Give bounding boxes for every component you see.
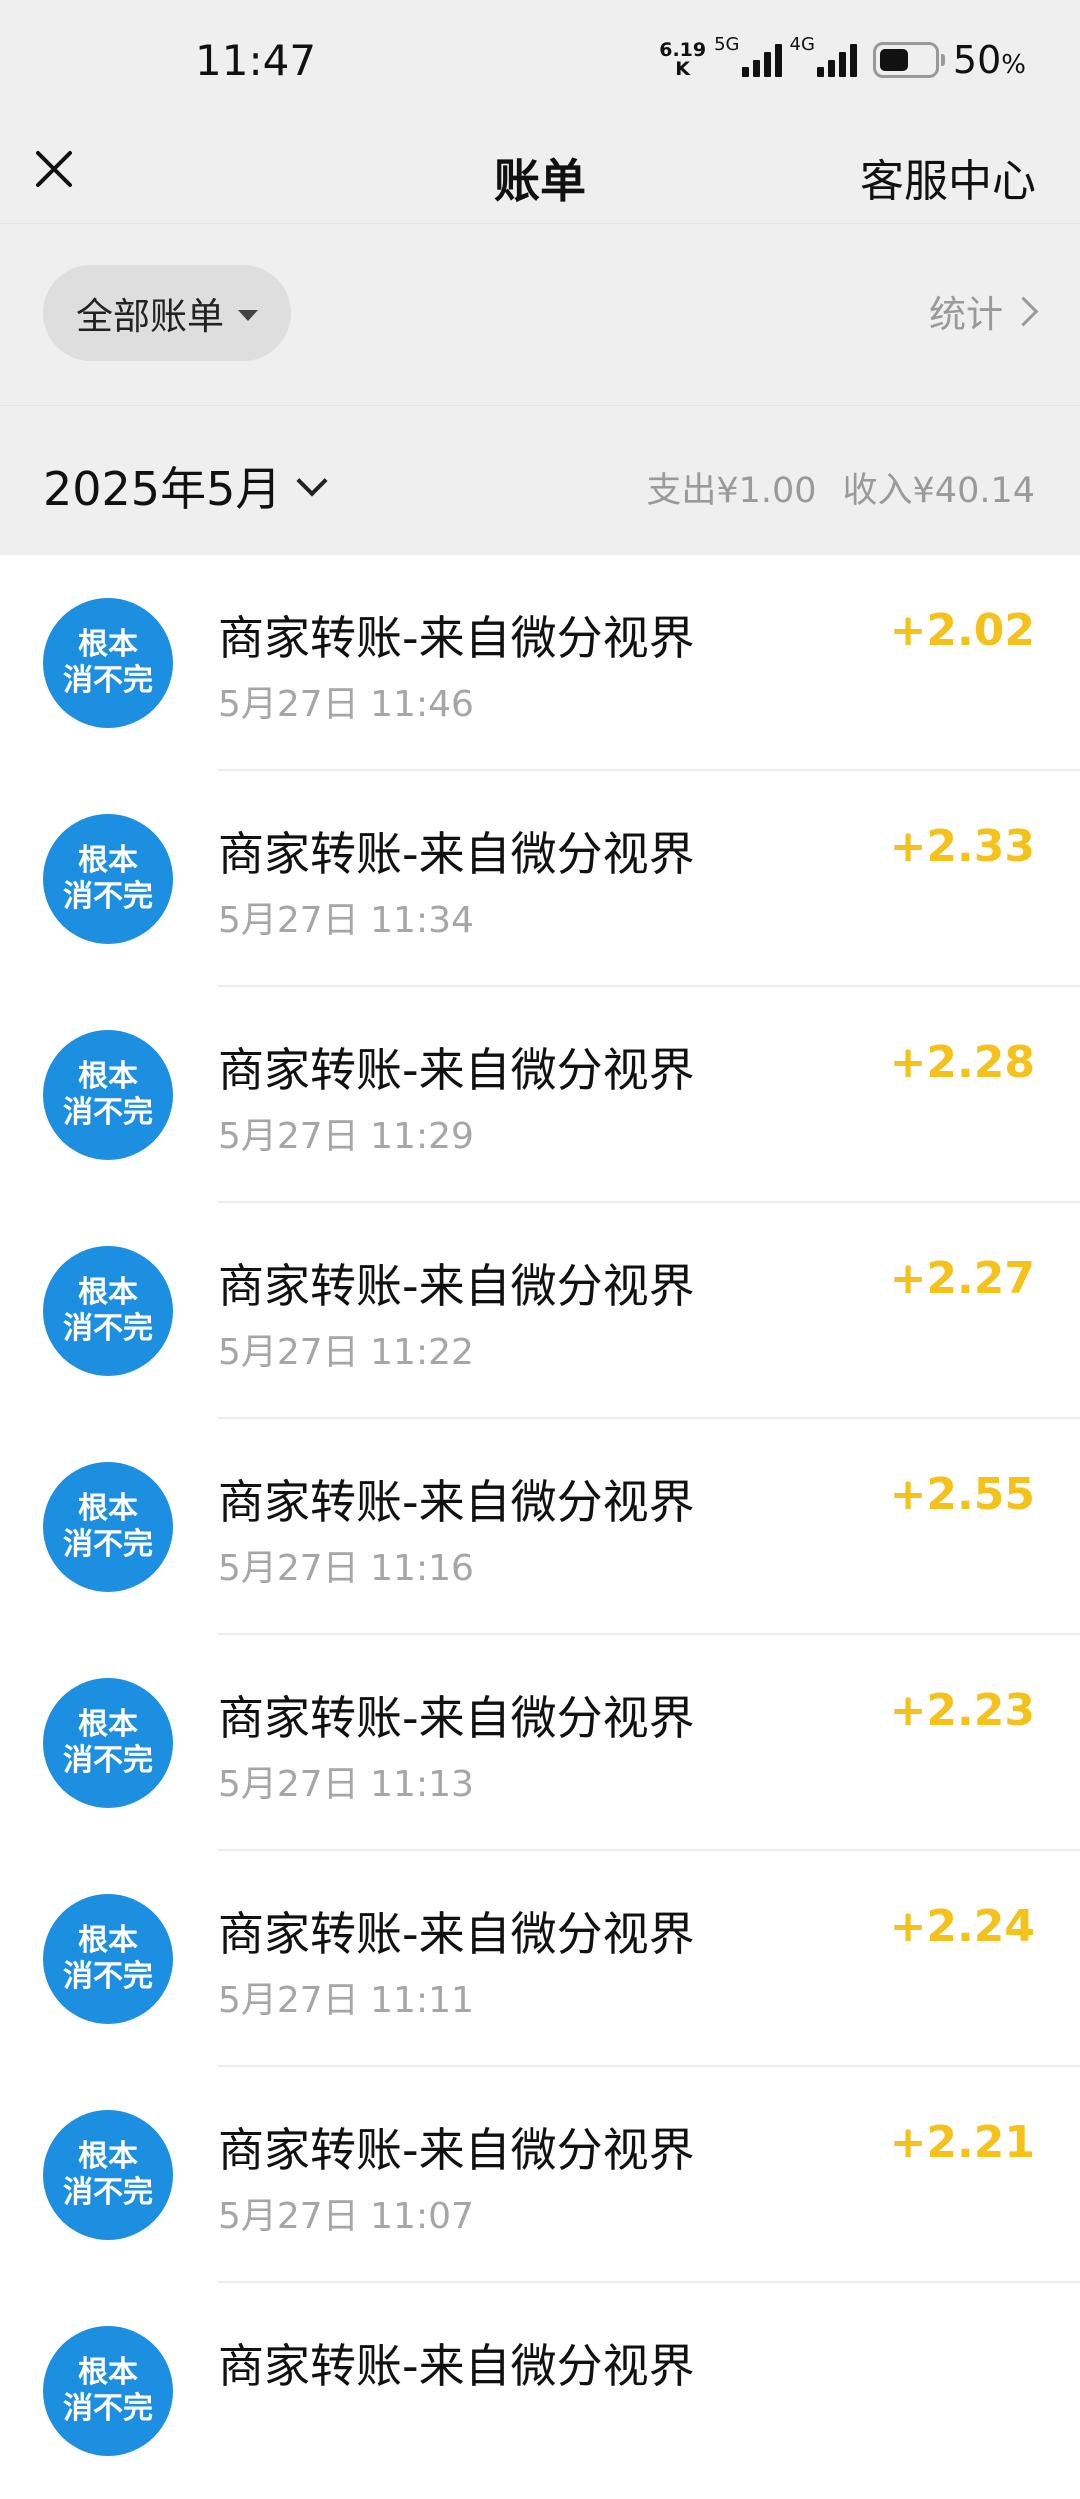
transaction-time: 5月27日 11:07: [218, 2196, 474, 2237]
transaction-list: 根本 消不完 商家转账-来自微分视界 5月27日 11:46 +2.02 根本 消不…: [0, 555, 1080, 2499]
month-expense: 支出¥1.00: [646, 471, 817, 511]
status-time: 11:47: [195, 36, 317, 85]
transaction-time: 5月27日 11:13: [218, 1764, 474, 1805]
battery-icon: [872, 42, 945, 78]
merchant-avatar: 根本 消不完: [43, 598, 173, 728]
customer-service-button[interactable]: 客服中心: [860, 145, 1036, 209]
transaction-amount: +2.55: [889, 1469, 1035, 1520]
month-selector[interactable]: 2025年5月: [43, 453, 328, 519]
filter-bar: 全部账单 统计: [0, 223, 1080, 406]
transaction-title: 商家转账-来自微分视界: [218, 2123, 695, 2177]
transaction-time: 5月27日 11:16: [218, 1548, 474, 1589]
chevron-down-icon: [296, 465, 328, 497]
transaction-row[interactable]: 根本 消不完 商家转账-来自微分视界 5月27日 11:29 +2.28: [0, 987, 1080, 1203]
transaction-time: 5月27日 11:29: [218, 1116, 474, 1157]
merchant-avatar: 根本 消不完: [43, 2326, 173, 2456]
transaction-row[interactable]: 根本 消不完 商家转账-来自微分视界 5月27日 11:46 +2.02: [0, 555, 1080, 771]
month-label: 2025年5月: [43, 462, 282, 516]
caret-down-icon: [238, 309, 258, 321]
network-speed: 6.19 K: [659, 41, 706, 79]
network-speed-unit: K: [675, 58, 691, 80]
transaction-title: 商家转账-来自微分视界: [218, 1475, 695, 1529]
transaction-title: 商家转账-来自微分视界: [218, 611, 695, 665]
bill-filter-dropdown[interactable]: 全部账单: [43, 265, 291, 361]
transaction-title: 商家转账-来自微分视界: [218, 827, 695, 881]
transaction-row[interactable]: 根本 消不完 商家转账-来自微分视界 5月27日 11:34 +2.33: [0, 771, 1080, 987]
nav-bar: 账单 客服中心: [0, 125, 1080, 223]
transaction-row[interactable]: 根本 消不完 商家转账-来自微分视界 5月27日 11:16 +2.55: [0, 1419, 1080, 1635]
transaction-amount: +2.21: [889, 2117, 1035, 2168]
transaction-title: 商家转账-来自微分视界: [218, 1043, 695, 1097]
transaction-title: 商家转账-来自微分视界: [218, 1259, 695, 1313]
signal-5g-label: 5G: [714, 34, 740, 55]
month-totals: 支出¥1.00 收入¥40.14: [646, 462, 1035, 513]
signal-bars-icon: [816, 43, 857, 77]
signal-bars-icon: [741, 43, 782, 77]
month-header: 2025年5月 支出¥1.00 收入¥40.14: [0, 405, 1080, 556]
transaction-row[interactable]: 根本 消不完 商家转账-来自微分视界 5月27日 11:07 +2.21: [0, 2067, 1080, 2283]
transaction-row[interactable]: 根本 消不完 商家转账-来自微分视界 5月27日 11:13 +2.23: [0, 1635, 1080, 1851]
merchant-avatar: 根本 消不完: [43, 814, 173, 944]
merchant-avatar: 根本 消不完: [43, 1462, 173, 1592]
transaction-time: 5月27日 11:46: [218, 684, 474, 725]
status-bar: 11:47 6.19 K 5G 4G 50%: [0, 0, 1080, 125]
transaction-time: 5月27日 11:34: [218, 900, 474, 941]
transaction-amount: +2.23: [889, 1685, 1035, 1736]
transaction-amount: +2.33: [889, 821, 1035, 872]
merchant-avatar: 根本 消不完: [43, 1246, 173, 1376]
battery-percent: 50%: [952, 38, 1026, 82]
merchant-avatar: 根本 消不完: [43, 1030, 173, 1160]
month-income: 收入¥40.14: [842, 471, 1035, 511]
chevron-right-icon: [1008, 296, 1039, 326]
transaction-row[interactable]: 根本 消不完 商家转账-来自微分视界: [0, 2283, 1080, 2499]
transaction-amount: +2.24: [889, 1901, 1035, 1952]
transaction-time: 5月27日 11:11: [218, 1980, 474, 2021]
signal-4g-label: 4G: [789, 34, 815, 55]
statistics-link[interactable]: 统计: [929, 284, 1039, 338]
transaction-row[interactable]: 根本 消不完 商家转账-来自微分视界 5月27日 11:11 +2.24: [0, 1851, 1080, 2067]
transaction-amount: +2.02: [889, 605, 1035, 656]
transaction-title: 商家转账-来自微分视界: [218, 1907, 695, 1961]
merchant-avatar: 根本 消不完: [43, 2110, 173, 2240]
transaction-amount: +2.28: [889, 1037, 1035, 1088]
transaction-time: 5月27日 11:22: [218, 1332, 474, 1373]
status-indicators: 6.19 K 5G 4G 50%: [659, 34, 1026, 82]
merchant-avatar: 根本 消不完: [43, 1894, 173, 2024]
bill-filter-label: 全部账单: [76, 295, 224, 338]
signal-4g: 4G: [790, 34, 857, 77]
transaction-title: 商家转账-来自微分视界: [218, 1691, 695, 1745]
merchant-avatar: 根本 消不完: [43, 1678, 173, 1808]
transaction-amount: +2.27: [889, 1253, 1035, 1304]
statistics-label: 统计: [929, 293, 1003, 336]
transaction-row[interactable]: 根本 消不完 商家转账-来自微分视界 5月27日 11:22 +2.27: [0, 1203, 1080, 1419]
signal-5g: 5G: [714, 34, 782, 77]
